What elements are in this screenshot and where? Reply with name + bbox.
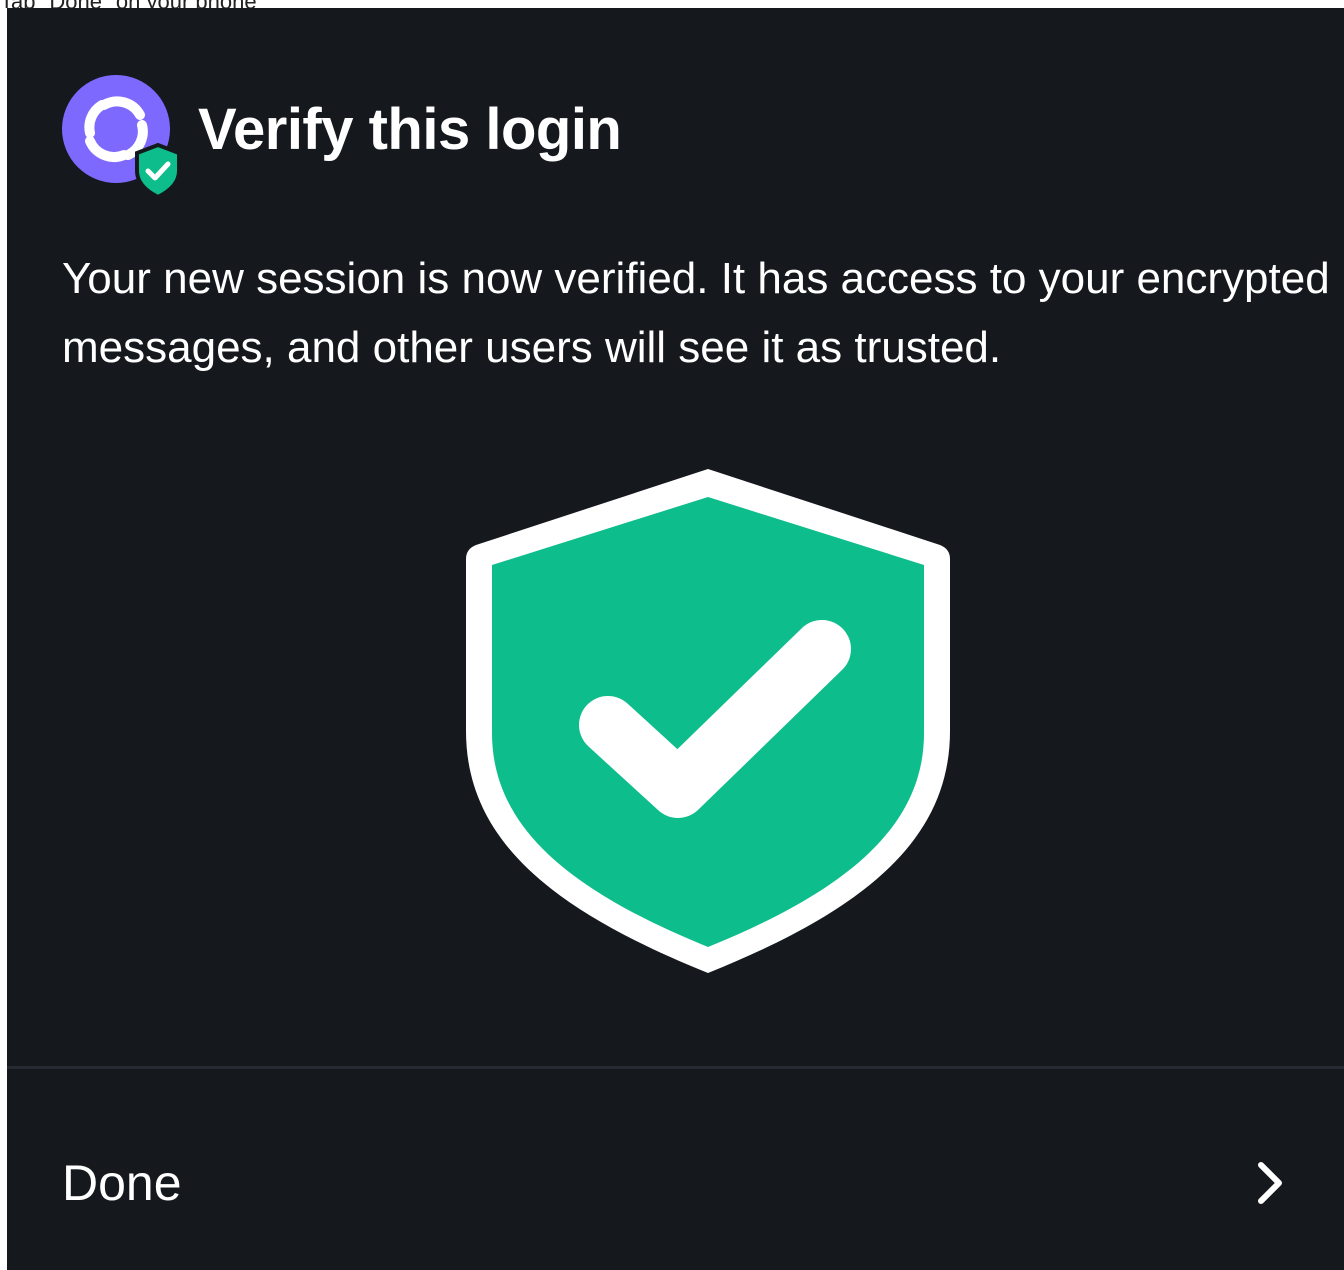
verification-description: Your new session is now verified. It has…	[62, 254, 1330, 372]
page-title: Verify this login	[198, 97, 622, 162]
done-button[interactable]: Done	[7, 1069, 1344, 1270]
done-label: Done	[62, 1155, 182, 1211]
verification-screen: Verify this login Your new session is no…	[7, 8, 1344, 1270]
chevron-right-icon	[1255, 1161, 1287, 1205]
element-logo-icon	[62, 75, 181, 195]
caption-text: Tap "Done" on your phone	[0, 0, 1344, 8]
verified-shield-badge-icon	[135, 142, 181, 195]
header: Verify this login	[62, 72, 622, 195]
verified-shield-check-icon	[462, 461, 954, 977]
